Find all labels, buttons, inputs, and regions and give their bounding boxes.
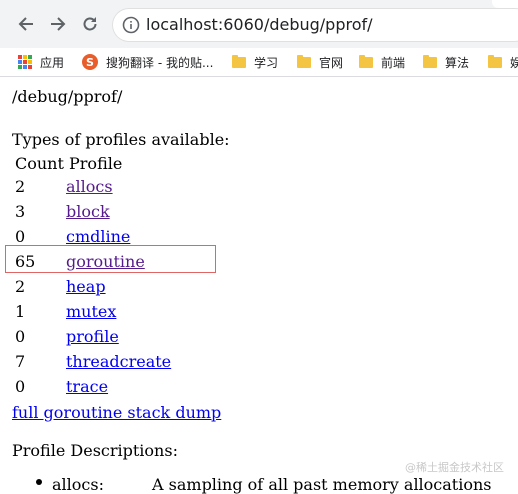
browser-toolbar: localhost:6060/debug/pprof/ bbox=[0, 0, 518, 48]
profile-link-trace[interactable]: trace bbox=[66, 377, 108, 396]
profiles-table-header: Count Profile bbox=[15, 154, 122, 173]
back-arrow-icon bbox=[18, 17, 33, 31]
count-column-header: Count bbox=[15, 154, 64, 173]
profile-link-heap[interactable]: heap bbox=[66, 277, 106, 296]
profile-column-header: Profile bbox=[69, 154, 123, 173]
profile-link-threadcreate[interactable]: threadcreate bbox=[66, 352, 171, 371]
bookmark-apps[interactable]: 应用 bbox=[18, 52, 64, 72]
folder-icon bbox=[297, 54, 311, 68]
profile-count: 7 bbox=[15, 352, 26, 371]
descriptions-heading: Profile Descriptions: bbox=[12, 441, 178, 460]
url-path: :6060/debug/pprof/ bbox=[217, 15, 373, 34]
address-bar[interactable]: localhost:6060/debug/pprof/ bbox=[112, 8, 518, 42]
bookmark-label: 官网 bbox=[319, 55, 344, 70]
bookmark-label: 算法 bbox=[445, 55, 470, 70]
url-text[interactable]: localhost:6060/debug/pprof/ bbox=[146, 15, 373, 34]
description-term: allocs: bbox=[52, 475, 104, 494]
browser-chrome: localhost:6060/debug/pprof/ 应用 S 搜狗翻译 - … bbox=[0, 0, 518, 77]
folder-icon bbox=[423, 54, 437, 68]
profile-link-profile[interactable]: profile bbox=[66, 327, 119, 346]
bullet-icon bbox=[36, 479, 42, 485]
profile-count: 3 bbox=[15, 202, 26, 221]
forward-button[interactable] bbox=[46, 12, 70, 36]
page-path: /debug/pprof/ bbox=[12, 87, 123, 106]
bookmark-folder-entertainment[interactable]: 娱 bbox=[488, 52, 518, 72]
profile-count: 2 bbox=[15, 177, 26, 196]
profile-link-block[interactable]: block bbox=[66, 202, 110, 221]
apps-grid-icon bbox=[18, 55, 32, 69]
profiles-heading: Types of profiles available: bbox=[12, 130, 230, 149]
profile-count: 0 bbox=[15, 377, 26, 396]
profile-link-allocs[interactable]: allocs bbox=[66, 177, 113, 196]
bookmark-label: 前端 bbox=[381, 55, 406, 70]
folder-icon bbox=[232, 54, 246, 68]
bookmark-label: 娱 bbox=[510, 55, 518, 70]
bookmark-label: 搜狗翻译 - 我的贴... bbox=[106, 55, 214, 70]
sogou-icon: S bbox=[82, 54, 98, 70]
url-host: localhost bbox=[146, 15, 218, 34]
window-edge bbox=[492, 0, 518, 8]
reload-icon bbox=[83, 17, 97, 31]
profile-link-mutex[interactable]: mutex bbox=[66, 302, 116, 321]
reload-button[interactable] bbox=[78, 12, 102, 36]
bookmark-folder-frontend[interactable]: 前端 bbox=[359, 52, 405, 72]
bookmark-folder-algorithm[interactable]: 算法 bbox=[423, 52, 469, 72]
folder-icon bbox=[359, 54, 373, 68]
profile-count: 1 bbox=[15, 302, 26, 321]
full-goroutine-dump-link[interactable]: full goroutine stack dump bbox=[12, 403, 221, 422]
bookmark-label: 学习 bbox=[254, 55, 279, 70]
profile-count: 0 bbox=[15, 327, 26, 346]
watermark: @稀土掘金技术社区 bbox=[405, 461, 504, 474]
folder-icon bbox=[488, 54, 502, 68]
description-text: A sampling of all past memory allocation… bbox=[152, 475, 492, 494]
profile-count: 2 bbox=[15, 277, 26, 296]
bookmark-label: 应用 bbox=[40, 55, 65, 70]
info-icon bbox=[122, 16, 140, 34]
bookmark-sogou[interactable]: S 搜狗翻译 - 我的贴... bbox=[82, 52, 213, 72]
forward-arrow-icon bbox=[51, 17, 66, 31]
back-button[interactable] bbox=[14, 12, 38, 36]
bookmark-folder-official[interactable]: 官网 bbox=[297, 52, 343, 72]
goroutine-highlight-box bbox=[5, 245, 216, 273]
page-content: /debug/pprof/ Types of profiles availabl… bbox=[0, 77, 518, 494]
profile-link-cmdline[interactable]: cmdline bbox=[66, 227, 130, 246]
bookmark-folder-study[interactable]: 学习 bbox=[232, 52, 278, 72]
profile-count: 0 bbox=[15, 227, 26, 246]
bookmarks-bar: 应用 S 搜狗翻译 - 我的贴... 学习 官网 前端 算法 娱 bbox=[0, 48, 518, 77]
